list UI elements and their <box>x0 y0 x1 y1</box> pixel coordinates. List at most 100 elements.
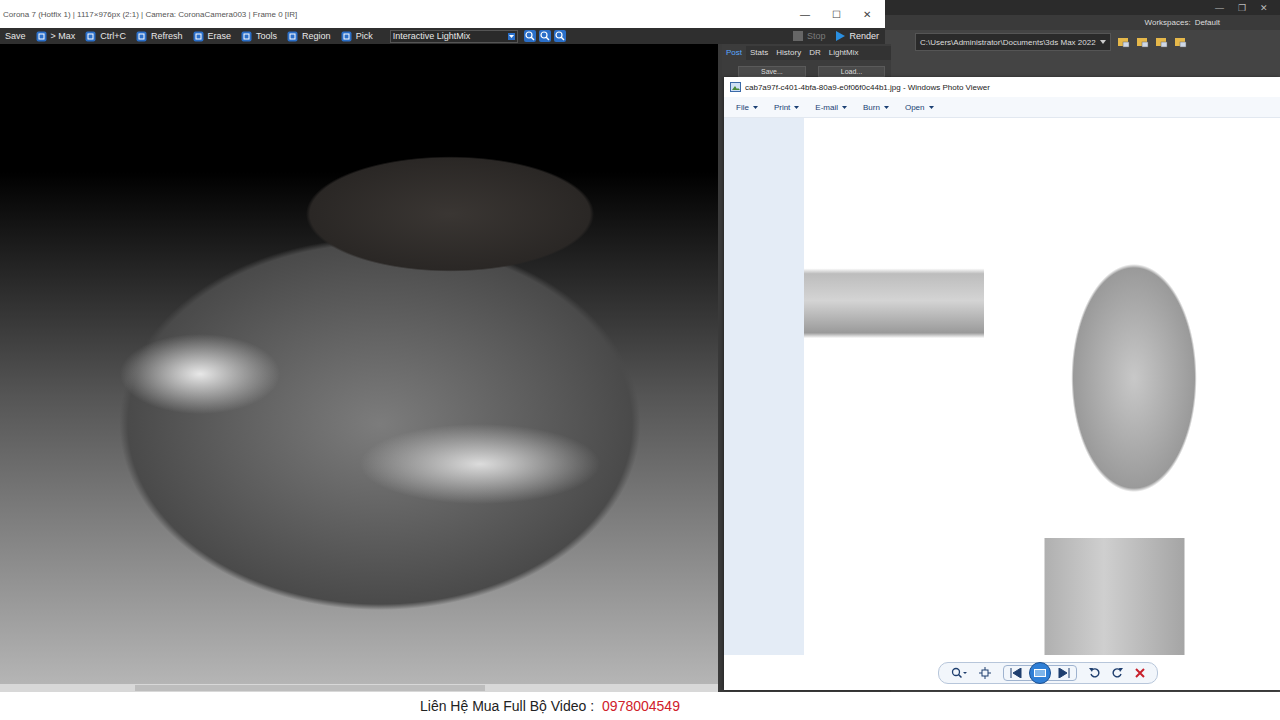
menu-label: E-mail <box>815 103 838 112</box>
toolbar-icon <box>136 31 147 42</box>
toolbar-button[interactable]: Tools <box>236 31 282 42</box>
render-button[interactable]: Render <box>835 31 879 41</box>
navigation-group <box>1003 665 1077 681</box>
play-icon <box>835 31 845 41</box>
lightmix-dropdown[interactable]: Interactive LightMix <box>390 30 518 43</box>
viewer-title-bar: cab7a97f-c401-4bfa-80a9-e0f06f0c44b1.jpg… <box>724 77 1280 97</box>
vfb-title-bar: Corona 7 (Hotfix 1) | 1117×976px (2:1) |… <box>0 0 885 28</box>
window-control[interactable]: ☐ <box>832 9 841 20</box>
project-bar: C:\Users\Administrator\Documents\3ds Max… <box>885 30 1280 77</box>
menu-item[interactable]: Print <box>774 103 799 112</box>
horizontal-scrollbar[interactable] <box>0 684 718 692</box>
render-image <box>0 44 718 684</box>
toolbar-button[interactable]: Pick <box>336 31 378 42</box>
window-control[interactable]: — <box>1215 2 1224 14</box>
scrollbar-thumb[interactable] <box>135 685 485 691</box>
toolbar-label: Tools <box>256 31 277 41</box>
path-field[interactable]: C:\Users\Administrator\Documents\3ds Max… <box>915 33 1111 51</box>
photo-image <box>804 118 1280 655</box>
toolbar-label: Region <box>302 31 331 41</box>
zoom-icon <box>539 30 551 42</box>
viewer-controls <box>938 662 1158 684</box>
workspace-dropdown[interactable]: Default <box>1195 18 1220 27</box>
toolbar-icon <box>241 31 252 42</box>
menu-label: Print <box>774 103 790 112</box>
window-control[interactable]: ❐ <box>1238 2 1246 14</box>
vfb-panel-buttons: Save... Load... <box>722 60 891 77</box>
rotate-left-icon <box>1089 667 1100 678</box>
window-control[interactable]: ✕ <box>1260 2 1268 14</box>
toolbar-label: Save <box>5 31 26 41</box>
dropdown-arrow-icon <box>508 33 515 40</box>
vfb-tab[interactable]: LightMix <box>825 46 863 60</box>
vfb-tab[interactable]: DR <box>805 46 825 60</box>
toolbar-label: Ctrl+C <box>100 31 126 41</box>
vfb-toolbar: Save > Max Ctrl+C Refresh Erase Tools Region Pi… <box>0 28 885 44</box>
panel-button[interactable]: Save... <box>738 66 806 77</box>
menu-item[interactable]: E-mail <box>815 103 847 112</box>
toolbar-button[interactable]: Save <box>0 31 31 41</box>
panel-button[interactable]: Load... <box>818 66 885 77</box>
vfb-tabs: PostStatsHistoryDRLightMix <box>722 46 891 60</box>
zoom-icon <box>554 30 566 42</box>
next-icon <box>1058 668 1070 678</box>
dropdown-arrow-icon <box>929 106 934 109</box>
max-title-bar: — ❐ ✕ <box>885 0 1280 15</box>
toolbar-icon <box>193 31 204 42</box>
vfb-tab[interactable]: History <box>772 46 805 60</box>
banner-label: Liên Hệ Mua Full Bộ Video : <box>420 698 594 714</box>
viewer-title: cab7a97f-c401-4bfa-80a9-e0f06f0c44b1.jpg… <box>745 83 990 92</box>
menu-item[interactable]: File <box>736 103 758 112</box>
zoom-buttons <box>524 30 566 42</box>
vfb-tab[interactable]: Stats <box>746 46 772 60</box>
window-control[interactable]: ✕ <box>863 9 871 20</box>
menu-label: File <box>736 103 749 112</box>
folder-icon <box>1117 35 1130 48</box>
viewer-toolbar <box>724 655 1280 690</box>
toolbar-button[interactable]: > Max <box>31 31 81 42</box>
project-icons <box>1117 35 1187 48</box>
photo-viewer-icon <box>730 82 741 92</box>
stop-label: Stop <box>807 31 826 41</box>
banner-phone: 0978004549 <box>602 698 680 714</box>
toolbar-label: Pick <box>356 31 373 41</box>
dropdown-arrow-icon <box>753 106 758 109</box>
dropdown-arrow-icon <box>884 106 889 109</box>
previous-icon <box>1010 668 1022 678</box>
vfb-window-controls: — ☐ ✕ <box>800 9 885 20</box>
toolbar-icon <box>341 31 352 42</box>
photo-viewer-window: cab7a97f-c401-4bfa-80a9-e0f06f0c44b1.jpg… <box>724 77 1280 690</box>
vfb-tab[interactable]: Post <box>722 46 746 60</box>
dropdown-arrow-icon <box>1100 40 1106 44</box>
workspaces-bar: Workspaces:Default <box>885 15 1280 30</box>
menu-item[interactable]: Open <box>905 103 934 112</box>
render-label: Render <box>849 31 879 41</box>
stop-button[interactable]: Stop <box>793 31 826 41</box>
actual-size-icon <box>979 667 991 679</box>
menu-label: Burn <box>863 103 880 112</box>
toolbar-button[interactable]: Refresh <box>131 31 188 42</box>
render-controls: Stop Render <box>793 31 885 41</box>
toolbar-label: > Max <box>51 31 76 41</box>
lightmix-value: Interactive LightMix <box>393 31 471 41</box>
menu-label: Open <box>905 103 925 112</box>
toolbar-button[interactable]: Region <box>282 31 336 42</box>
viewer-margin <box>724 118 804 655</box>
contact-banner: Liên Hệ Mua Full Bộ Video : 0978004549 <box>0 692 1280 720</box>
toolbar-label: Refresh <box>151 31 183 41</box>
slideshow-icon <box>1028 662 1052 684</box>
zoom-icon <box>951 667 967 679</box>
menu-item[interactable]: Burn <box>863 103 889 112</box>
window-control[interactable]: — <box>800 9 810 20</box>
toolbar-button[interactable]: Ctrl+C <box>80 31 131 42</box>
toolbar-label: Erase <box>208 31 232 41</box>
dropdown-arrow-icon <box>794 106 799 109</box>
toolbar-button[interactable]: Erase <box>188 31 237 42</box>
vfb-title: Corona 7 (Hotfix 1) | 1117×976px (2:1) |… <box>3 10 800 19</box>
delete-icon <box>1135 668 1145 678</box>
stop-icon <box>793 31 803 41</box>
folder-icon <box>1155 35 1168 48</box>
dropdown-arrow-icon <box>842 106 847 109</box>
path-text: C:\Users\Administrator\Documents\3ds Max… <box>920 38 1096 47</box>
toolbar-icon <box>287 31 298 42</box>
